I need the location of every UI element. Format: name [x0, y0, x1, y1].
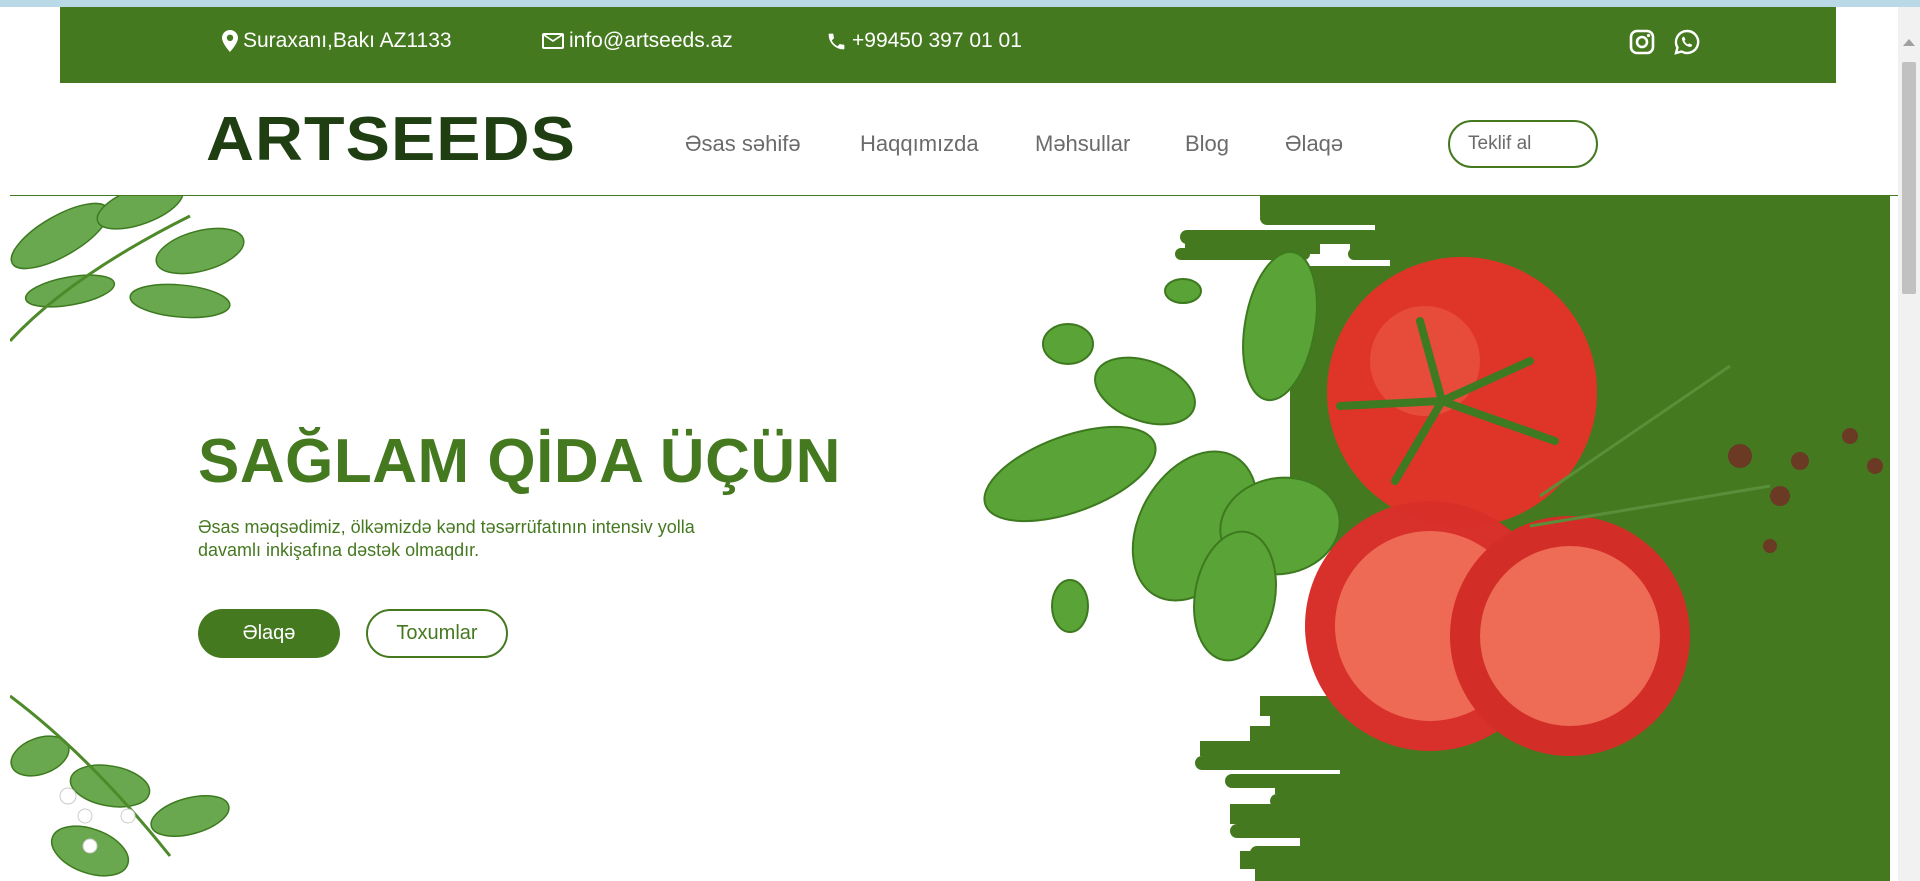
nav-home[interactable]: Əsas səhifə	[685, 131, 801, 157]
instagram-icon[interactable]	[1625, 25, 1659, 59]
phone-info[interactable]: +99450 397 01 01	[826, 29, 1022, 53]
seeds-button[interactable]: Toxumlar	[366, 609, 508, 658]
phone-icon	[828, 33, 845, 49]
quote-button[interactable]: Teklif al	[1448, 120, 1598, 168]
browser-chrome-strip	[0, 0, 1920, 7]
nav-products[interactable]: Məhsullar	[1035, 131, 1130, 157]
email-info[interactable]: info@artseeds.az	[542, 29, 733, 53]
hero-description: Əsas məqsədimiz, ölkəmizdə kənd təsərrüf…	[198, 517, 695, 560]
envelope-icon	[542, 33, 564, 49]
hero-section: SAĞLAM QİDA ÜÇÜN Əsas məqsədimiz, ölkəmi…	[10, 196, 1890, 881]
nav-blog[interactable]: Blog	[1185, 131, 1229, 157]
address-info: Suraxanı,Bakı AZ1133	[222, 29, 452, 53]
whatsapp-icon[interactable]	[1670, 25, 1704, 59]
svg-text:ARTSEEDS: ARTSEEDS	[206, 108, 576, 168]
nav-about[interactable]: Haqqımızda	[860, 131, 979, 157]
scrollbar-thumb[interactable]	[1902, 62, 1916, 294]
hero-title: SAĞLAM QİDA ÜÇÜN	[198, 427, 841, 496]
phone-text[interactable]: +99450 397 01 01	[852, 29, 1022, 53]
contact-topbar: Suraxanı,Bakı AZ1133 info@artseeds.az +9…	[60, 7, 1836, 83]
email-text[interactable]: info@artseeds.az	[569, 29, 733, 53]
address-text: Suraxanı,Bakı AZ1133	[243, 29, 452, 52]
nav-contact[interactable]: Əlaqə	[1285, 131, 1343, 157]
map-pin-icon	[222, 30, 238, 52]
artseeds-logo[interactable]: ARTSEEDS	[206, 108, 586, 168]
scroll-up-icon[interactable]	[1903, 39, 1915, 46]
main-header: ARTSEEDS Əsas səhifə Haqqımızda Məhsulla…	[10, 83, 1898, 196]
page-scrollbar[interactable]	[1898, 7, 1920, 881]
contact-button[interactable]: Əlaqə	[198, 609, 340, 658]
